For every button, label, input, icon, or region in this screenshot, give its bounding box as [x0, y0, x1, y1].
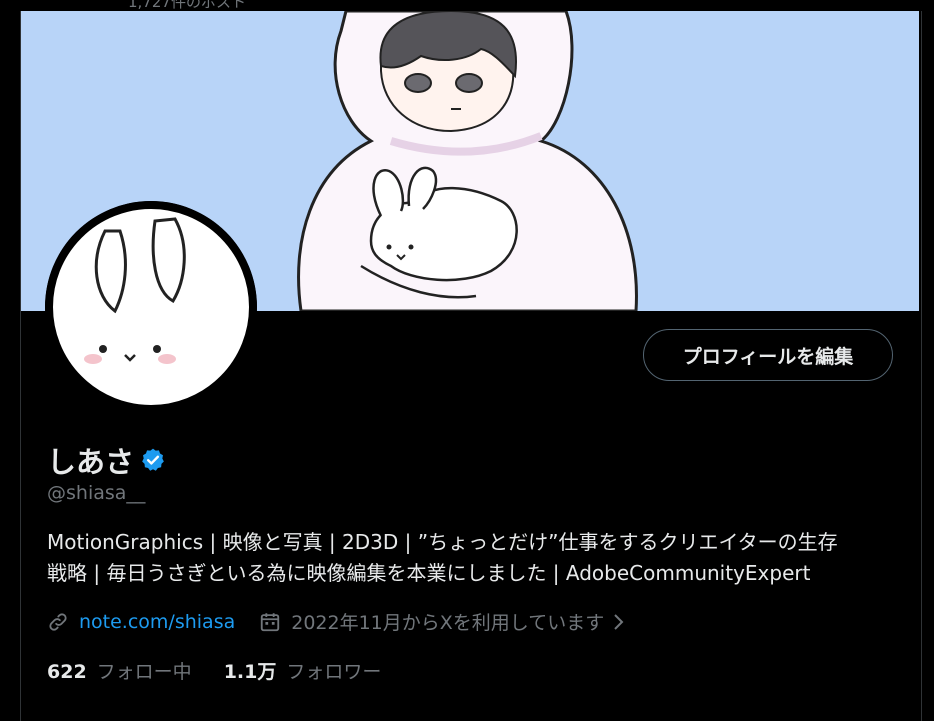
followers-count: 1.1万: [223, 661, 277, 683]
website-item: note.com/shiasa: [47, 611, 235, 633]
followers-stat[interactable]: 1.1万 フォロワー: [224, 657, 382, 684]
chevron-right-icon[interactable]: [612, 612, 626, 632]
post-count-label: 1,727件のポスト: [128, 0, 246, 11]
link-icon: [49, 612, 67, 631]
followers-label: フォロワー: [286, 661, 382, 683]
edit-profile-button[interactable]: プロフィールを編集: [643, 329, 893, 381]
following-stat[interactable]: 622 フォロー中: [47, 657, 192, 684]
website-link[interactable]: note.com/shiasa: [79, 611, 235, 633]
joined-item: 2022年11月からXを利用しています: [259, 608, 626, 635]
avatar-bunny-illustration: [45, 201, 257, 413]
following-label: フォロー中: [96, 661, 192, 683]
calendar-icon: [261, 612, 280, 631]
joined-date[interactable]: 2022年11月からXを利用しています: [291, 608, 604, 635]
profile-column: プロフィールを編集 しあさ @shiasa__ MotionGraphics |…: [20, 11, 922, 721]
profile-meta-row: note.com/shiasa 2022年11月からXを利用しています: [47, 608, 626, 635]
user-handle: @shiasa__: [47, 482, 146, 504]
name-row: しあさ: [47, 439, 166, 481]
bio-line: 戦略 | 毎日うさぎといる為に映像編集を本業にしました | AdobeCommu…: [47, 561, 811, 585]
avatar[interactable]: [45, 201, 257, 413]
top-header-strip: 1,727件のポスト: [0, 0, 934, 11]
bio-line: MotionGraphics | 映像と写真 | 2D3D | ”ちょっとだけ”…: [47, 530, 838, 554]
follow-stats-row: 622 フォロー中 1.1万 フォロワー: [47, 657, 413, 684]
profile-bio: MotionGraphics | 映像と写真 | 2D3D | ”ちょっとだけ”…: [47, 527, 907, 589]
verified-badge-icon[interactable]: [140, 447, 166, 473]
display-name: しあさ: [47, 445, 135, 479]
following-count: 622: [47, 661, 87, 683]
